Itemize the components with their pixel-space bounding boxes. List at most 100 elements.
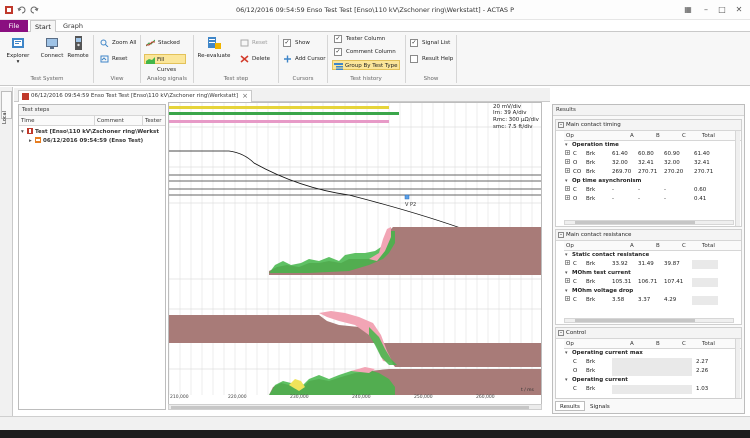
expand-row-icon[interactable]: + (565, 186, 570, 191)
ribbon-divider (278, 35, 279, 83)
collapse-arrow-icon[interactable]: ▾ (565, 251, 568, 260)
collapse-icon[interactable]: – (558, 122, 564, 128)
expand-row-icon[interactable]: + (565, 150, 570, 155)
subsection-title: Static contact resistance (572, 252, 650, 258)
collapse-arrow-icon[interactable]: ▾ (565, 269, 568, 278)
tab-graph[interactable]: Graph (58, 20, 88, 32)
result-row[interactable]: + O Brk 32.00 32.41 32.00 32.41 (556, 159, 741, 168)
section-vertical-scrollbar[interactable] (735, 339, 740, 398)
signal-list-checkbox[interactable]: ✓ Signal List (410, 38, 450, 48)
empty-cell (692, 260, 718, 269)
reevaluate-button[interactable]: Re-evaluate (196, 35, 232, 71)
result-row[interactable]: C Brk 1.03 (556, 385, 741, 394)
subsection-op-time-asynchronism[interactable]: ▾ Op time asynchronism (556, 177, 741, 186)
subsection-static-contact-resistance[interactable]: ▾ Static contact resistance (556, 251, 741, 260)
remote-button[interactable]: Remote (63, 35, 93, 71)
cursor-marker-icon[interactable] (404, 194, 410, 200)
delete-button[interactable]: Delete (240, 54, 270, 64)
section-horizontal-scrollbar[interactable] (564, 220, 734, 225)
local-side-tab[interactable]: Local (1, 91, 12, 124)
result-cell-a: - (612, 196, 614, 202)
collapse-arrow-icon[interactable]: ▾ (565, 349, 568, 358)
column-header-time[interactable]: Time (19, 116, 95, 126)
col-total: Total (702, 243, 715, 249)
expand-row-icon[interactable]: + (565, 195, 570, 200)
collapse-arrow-icon[interactable]: ▾ (565, 141, 568, 150)
checkbox-unchecked-icon (410, 55, 418, 63)
add-cursor-button[interactable]: Add Cursor (283, 54, 325, 64)
results-panel: Results – Main contact timing Op A B C To… (552, 104, 745, 414)
column-header-comment[interactable]: Comment (95, 116, 143, 126)
document-tab[interactable]: 06/12/2016 09:54:59 Enso Test Test [Enso… (18, 90, 252, 102)
result-row[interactable]: C Brk 2.27 (556, 358, 741, 367)
tree-item-step[interactable]: ▸ 06/12/2016 09:54:59 (Enso Test) (19, 137, 165, 146)
result-row[interactable]: + CO Brk 269.70 270.71 270.20 270.71 (556, 168, 741, 177)
subsection-operating-current-max[interactable]: ▾ Operating current max (556, 349, 741, 358)
column-header-tester[interactable]: Tester (143, 116, 167, 126)
result-cell-op1: C (573, 261, 577, 267)
expand-row-icon[interactable]: + (565, 260, 570, 265)
collapse-icon[interactable]: – (558, 330, 564, 336)
collapse-arrow-icon[interactable]: ▾ (565, 376, 568, 385)
minimize-button[interactable]: – (700, 4, 712, 15)
add-cursor-icon (284, 55, 291, 63)
expand-row-icon[interactable]: + (565, 168, 570, 173)
explorer-button[interactable]: Explorer ▾ (3, 35, 33, 71)
signal-plot-canvas[interactable]: V P2 t / ms (169, 103, 541, 395)
scrollbar-thumb[interactable] (575, 319, 695, 322)
result-row[interactable]: + C Brk - - - 0.60 (556, 186, 741, 195)
subsection-operating-current[interactable]: ▾ Operating current (556, 376, 741, 385)
col-total: Total (702, 133, 715, 139)
step-tree-icon (35, 137, 41, 143)
tester-column-checkbox[interactable]: ✓ Tester Column (334, 34, 385, 44)
result-row[interactable]: + O Brk - - - 0.41 (556, 195, 741, 204)
result-row[interactable]: + C Brk 61.40 60.80 60.90 61.40 (556, 150, 741, 159)
subsection-operation-time[interactable]: ▾ Operation time (556, 141, 741, 150)
subsection-mohm-voltage-drop[interactable]: ▾ MOhm voltage drop (556, 287, 741, 296)
tab-results[interactable]: Results (555, 401, 585, 411)
section-title[interactable]: – Control (556, 328, 741, 339)
subsection-title: Operating current max (572, 350, 643, 356)
step-reset-label: Reset (252, 40, 268, 46)
zoom-all-button[interactable]: Zoom All (100, 38, 136, 48)
plot-horizontal-scrollbar[interactable] (168, 404, 542, 410)
section-main-contact-resistance: – Main contact resistance Op A B C Total … (555, 229, 742, 325)
group-label-analog-signals: Analog signals (147, 76, 187, 82)
result-help-checkbox[interactable]: Result Help (410, 54, 453, 64)
tree-item-test[interactable]: ▾ Test [Enso\110 kV\Zschoner ring\Werkst (19, 128, 165, 137)
stacked-button[interactable]: Stacked (146, 38, 180, 48)
collapse-icon[interactable]: – (558, 232, 564, 238)
result-row[interactable]: O Brk 2.26 (556, 367, 741, 376)
section-horizontal-scrollbar[interactable] (564, 318, 734, 323)
maximize-button[interactable]: □ (716, 4, 728, 15)
reset-icon (240, 39, 249, 47)
signal-plot-area[interactable]: V P2 t / ms (168, 102, 542, 410)
result-row[interactable]: + C Brk 3.58 3.37 4.29 (556, 296, 741, 305)
ribbon-options-icon[interactable]: ▦ (682, 4, 694, 15)
close-tab-icon[interactable]: × (242, 91, 248, 102)
expand-row-icon[interactable]: + (565, 278, 570, 283)
show-cursors-checkbox[interactable]: ✓ Show (283, 38, 310, 48)
expand-row-icon[interactable]: + (565, 159, 570, 164)
fill-curves-button[interactable]: Fill Curves (144, 54, 186, 73)
subsection-mohm-test-current[interactable]: ▾ MOhm test current (556, 269, 741, 278)
group-by-test-type-button[interactable]: Group By Test Type (332, 60, 400, 70)
tab-signals[interactable]: Signals (585, 401, 615, 411)
local-tab-label: Local (2, 111, 8, 124)
comment-column-checkbox[interactable]: ✓ Comment Column (334, 47, 396, 57)
view-reset-button[interactable]: Reset (100, 54, 127, 64)
section-vertical-scrollbar[interactable] (735, 131, 740, 226)
tab-file[interactable]: File (0, 20, 28, 32)
result-row[interactable]: + C Brk 105.31 106.71 107.41 (556, 278, 741, 287)
collapse-arrow-icon[interactable]: ▾ (565, 177, 568, 186)
section-title[interactable]: – Main contact timing (556, 120, 741, 131)
close-button[interactable]: ✕ (733, 4, 745, 15)
scrollbar-thumb[interactable] (575, 221, 695, 224)
result-cell-b: 60.80 (638, 151, 654, 157)
scrollbar-thumb[interactable] (171, 406, 529, 409)
expand-row-icon[interactable]: + (565, 296, 570, 301)
step-reset-button[interactable]: Reset (240, 38, 267, 48)
result-row[interactable]: + C Brk 33.92 31.49 39.87 (556, 260, 741, 269)
section-title[interactable]: – Main contact resistance (556, 230, 741, 241)
collapse-arrow-icon[interactable]: ▾ (565, 287, 568, 296)
